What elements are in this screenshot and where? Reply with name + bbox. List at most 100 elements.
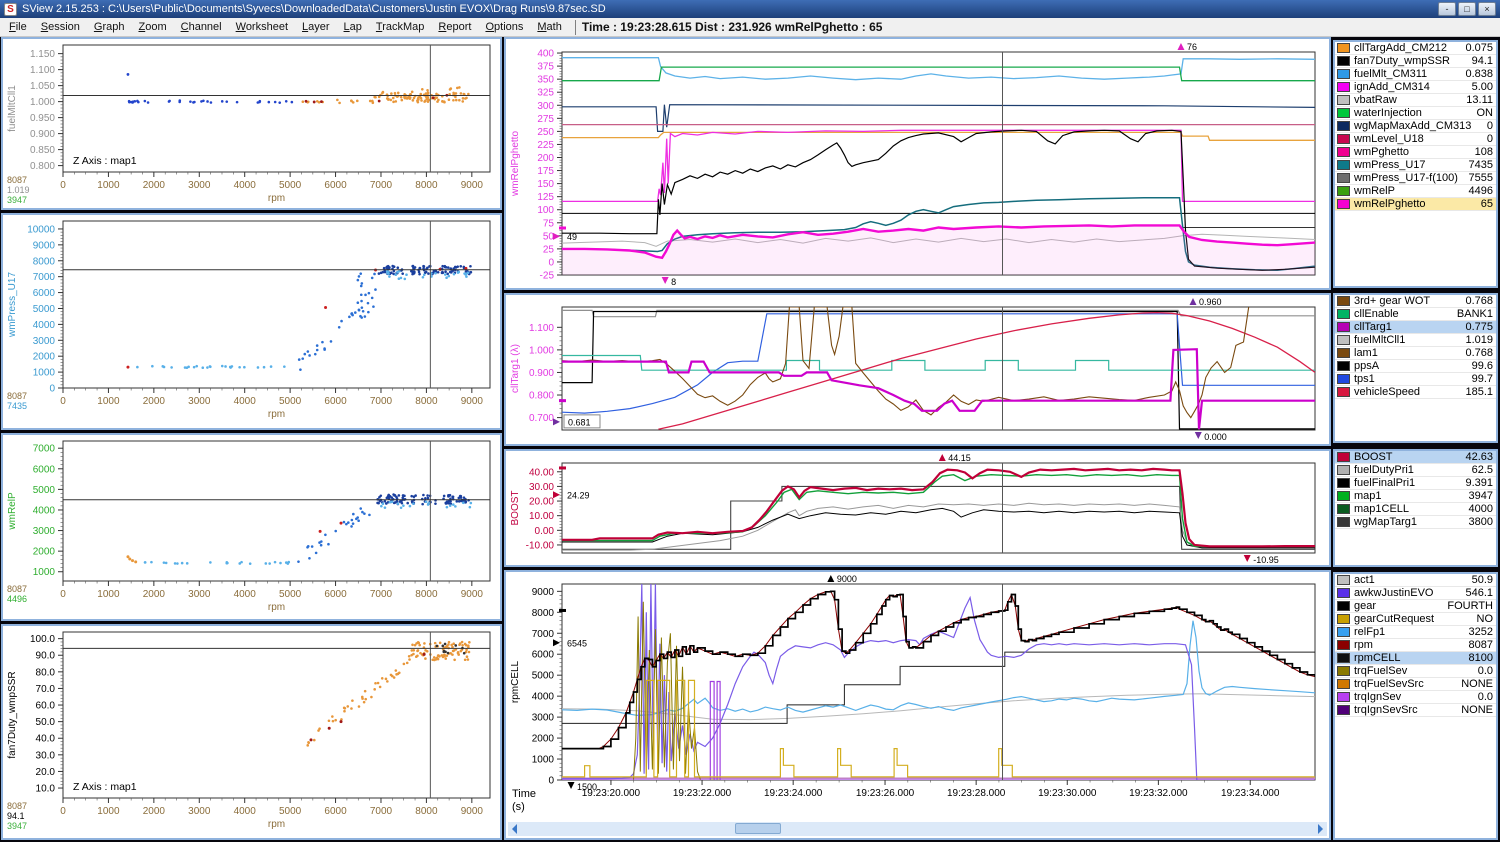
svg-text:2000: 2000 bbox=[33, 547, 56, 558]
legend-row-tps1[interactable]: tps199.7 bbox=[1335, 373, 1496, 386]
legend-row-wgmapmaxadd-cm313[interactable]: wgMapMaxAdd_CM3130 bbox=[1335, 120, 1496, 133]
legend-row-lam1[interactable]: lam10.768 bbox=[1335, 347, 1496, 360]
legend-row-trqfuelsev[interactable]: trqFuelSev0.0 bbox=[1335, 665, 1496, 678]
timeseries-chart-rpmcell[interactable]: 900080007000600050004000300020001000019:… bbox=[506, 572, 1329, 822]
maximize-button[interactable]: □ bbox=[1458, 2, 1476, 16]
svg-text:3000: 3000 bbox=[188, 180, 211, 191]
menu-item-math[interactable]: Math bbox=[530, 20, 568, 34]
svg-text:2000: 2000 bbox=[143, 396, 166, 407]
close-button[interactable]: × bbox=[1478, 2, 1496, 16]
legend-row-wmpress-u17-f-100-[interactable]: wmPress_U17-f(100)7555 bbox=[1335, 172, 1496, 185]
scatter-chart-fan7duty-vs-rpm[interactable]: 100.090.080.070.060.050.040.030.020.010.… bbox=[3, 626, 500, 838]
legend-row-fuelmlt-cm311[interactable]: fuelMlt_CM3110.838 bbox=[1335, 68, 1496, 81]
scatter-panel-fuelmltcll1[interactable]: 1.1501.1001.0501.0000.9500.9000.8500.800… bbox=[1, 37, 502, 210]
svg-text:BOOST: BOOST bbox=[510, 490, 521, 525]
legend-row-wmpghetto[interactable]: wmPghetto108 bbox=[1335, 146, 1496, 159]
legend-row-fuelfinalpri1[interactable]: fuelFinalPri19.391 bbox=[1335, 477, 1496, 490]
menu-item-channel[interactable]: Channel bbox=[174, 20, 229, 34]
legend-row-wmrelp[interactable]: wmRelP4496 bbox=[1335, 185, 1496, 198]
menu-item-zoom[interactable]: Zoom bbox=[131, 20, 173, 34]
scatter-chart-wmrelp-vs-rpm[interactable]: 7000600050004000300020001000010002000300… bbox=[3, 435, 500, 619]
timeseries-chart-clltarg1[interactable]: 1.1001.0000.9000.8000.700cllTarg1 (λ)0.6… bbox=[506, 295, 1329, 444]
svg-text:8087: 8087 bbox=[7, 175, 27, 185]
menu-item-options[interactable]: Options bbox=[478, 20, 530, 34]
legend-row-trqignsev[interactable]: trqIgnSev0.0 bbox=[1335, 691, 1496, 704]
legend-row-wmrelpghetto[interactable]: wmRelPghetto65 bbox=[1335, 198, 1496, 211]
legend-row-wmlevel-u18[interactable]: wmLevel_U180 bbox=[1335, 133, 1496, 146]
menu-item-file[interactable]: File bbox=[2, 20, 34, 34]
legend-row-awkwjustinevo[interactable]: awkwJustinEVO546.1 bbox=[1335, 587, 1496, 600]
svg-text:60.0: 60.0 bbox=[36, 701, 56, 712]
legend-row-clltargadd-cm212[interactable]: cllTargAdd_CM2120.075 bbox=[1335, 42, 1496, 55]
legend-row-map1cell[interactable]: map1CELL4000 bbox=[1335, 503, 1496, 516]
svg-text:3000: 3000 bbox=[188, 806, 211, 817]
channel-value: 9.391 bbox=[1465, 477, 1493, 489]
scroll-right-icon[interactable] bbox=[1318, 824, 1323, 834]
legend-row-gear[interactable]: gearFOURTH bbox=[1335, 600, 1496, 613]
timeseries-panel-boost[interactable]: 40.0030.0020.0010.000.00-10.00BOOST24.29… bbox=[504, 449, 1331, 567]
svg-text:80.0: 80.0 bbox=[36, 667, 56, 678]
svg-text:6000: 6000 bbox=[33, 464, 56, 475]
menu-item-worksheet[interactable]: Worksheet bbox=[229, 20, 295, 34]
time-scrollbar[interactable] bbox=[508, 822, 1327, 836]
menu-item-trackmap[interactable]: TrackMap bbox=[369, 20, 432, 34]
legend-row-fueldutypri1[interactable]: fuelDutyPri162.5 bbox=[1335, 464, 1496, 477]
legend-row-clltarg1[interactable]: cllTarg10.775 bbox=[1335, 321, 1496, 334]
svg-text:375: 375 bbox=[537, 62, 554, 73]
scrollbar-thumb[interactable] bbox=[735, 823, 781, 834]
menu-item-layer[interactable]: Layer bbox=[295, 20, 337, 34]
legend-row-map1[interactable]: map13947 bbox=[1335, 490, 1496, 503]
channel-value: 50.9 bbox=[1472, 574, 1493, 586]
menu-item-report[interactable]: Report bbox=[431, 20, 478, 34]
menu-item-graph[interactable]: Graph bbox=[87, 20, 132, 34]
legend-row-vbatraw[interactable]: vbatRaw13.11 bbox=[1335, 94, 1496, 107]
legend-row-wgmaptarg1[interactable]: wgMapTarg13800 bbox=[1335, 516, 1496, 529]
svg-text:5000: 5000 bbox=[33, 485, 56, 496]
legend-row-gearcutrequest[interactable]: gearCutRequestNO bbox=[1335, 613, 1496, 626]
timeseries-panel-clltarg1[interactable]: 1.1001.0000.9000.8000.700cllTarg1 (λ)0.6… bbox=[504, 293, 1331, 446]
legend-row-ignadd-cm314[interactable]: ignAdd_CM3145.00 bbox=[1335, 81, 1496, 94]
menu-item-session[interactable]: Session bbox=[34, 20, 87, 34]
svg-text:0: 0 bbox=[548, 776, 554, 787]
svg-text:2000: 2000 bbox=[143, 180, 166, 191]
legend-row-vehiclespeed[interactable]: vehicleSpeed185.1 bbox=[1335, 386, 1496, 399]
svg-text:90.0: 90.0 bbox=[36, 651, 56, 662]
scatter-chart-fuelmltcll1-vs-rpm[interactable]: 1.1501.1001.0501.0000.9500.9000.8500.800… bbox=[3, 39, 500, 208]
legend-row-act1[interactable]: act150.9 bbox=[1335, 574, 1496, 587]
legend-row-boost[interactable]: BOOST42.63 bbox=[1335, 451, 1496, 464]
legend-row-3rd-gear-wot[interactable]: 3rd+ gear WOT0.768 bbox=[1335, 295, 1496, 308]
channel-name: fuelDutyPri1 bbox=[1354, 464, 1472, 476]
legend-row-relfp1[interactable]: relFp13252 bbox=[1335, 626, 1496, 639]
legend-row-cllenable[interactable]: cllEnableBANK1 bbox=[1335, 308, 1496, 321]
svg-text:100.0: 100.0 bbox=[30, 634, 55, 645]
timeseries-chart-boost[interactable]: 40.0030.0020.0010.000.00-10.00BOOST24.29… bbox=[506, 451, 1329, 565]
svg-text:3000: 3000 bbox=[188, 589, 211, 600]
legend-row-trqignsevsrc[interactable]: trqIgnSevSrcNONE bbox=[1335, 704, 1496, 717]
legend-row-rpm[interactable]: rpm8087 bbox=[1335, 639, 1496, 652]
svg-text:0.950: 0.950 bbox=[30, 113, 55, 124]
menu-item-lap[interactable]: Lap bbox=[337, 20, 369, 34]
timeseries-chart-wmrelpghetto[interactable]: 4003753503253002752502252001751501251007… bbox=[506, 39, 1329, 288]
minimize-button[interactable]: - bbox=[1438, 2, 1456, 16]
legend-row-wmpress-u17[interactable]: wmPress_U177435 bbox=[1335, 159, 1496, 172]
legend-row-fan7duty-wmpssr[interactable]: fan7Duty_wmpSSR94.1 bbox=[1335, 55, 1496, 68]
scatter-panel-wmrelp[interactable]: 7000600050004000300020001000010002000300… bbox=[1, 433, 502, 621]
legend-row-trqfuelsevsrc[interactable]: trqFuelSevSrcNONE bbox=[1335, 678, 1496, 691]
scatter-chart-wmpress-vs-rpm[interactable]: 1000090008000700060005000400030002000100… bbox=[3, 215, 500, 428]
scroll-left-icon[interactable] bbox=[512, 824, 517, 834]
scatter-panel-wmpress[interactable]: 1000090008000700060005000400030002000100… bbox=[1, 213, 502, 430]
svg-text:0: 0 bbox=[49, 384, 55, 395]
svg-text:225: 225 bbox=[537, 140, 554, 151]
legend-row-waterinjection[interactable]: waterInjectionON bbox=[1335, 107, 1496, 120]
svg-text:19:23:34.000: 19:23:34.000 bbox=[1221, 788, 1280, 799]
channel-color-swatch bbox=[1337, 56, 1350, 66]
timeseries-panel-wmrelpghetto[interactable]: 4003753503253002752502252001751501251007… bbox=[504, 37, 1331, 290]
scatter-panel-fan7duty[interactable]: 100.090.080.070.060.050.040.030.020.010.… bbox=[1, 624, 502, 840]
channel-color-swatch bbox=[1337, 491, 1350, 501]
channel-value: NONE bbox=[1461, 678, 1493, 690]
timeseries-panel-rpmcell[interactable]: 900080007000600050004000300020001000019:… bbox=[504, 570, 1331, 840]
legend-row-rpmcell[interactable]: rpmCELL8100 bbox=[1335, 652, 1496, 665]
legend-row-fuelmltcll1[interactable]: fuelMltCll11.019 bbox=[1335, 334, 1496, 347]
legend-row-ppsa[interactable]: ppsA99.6 bbox=[1335, 360, 1496, 373]
scrollbar-track[interactable] bbox=[521, 822, 1314, 836]
